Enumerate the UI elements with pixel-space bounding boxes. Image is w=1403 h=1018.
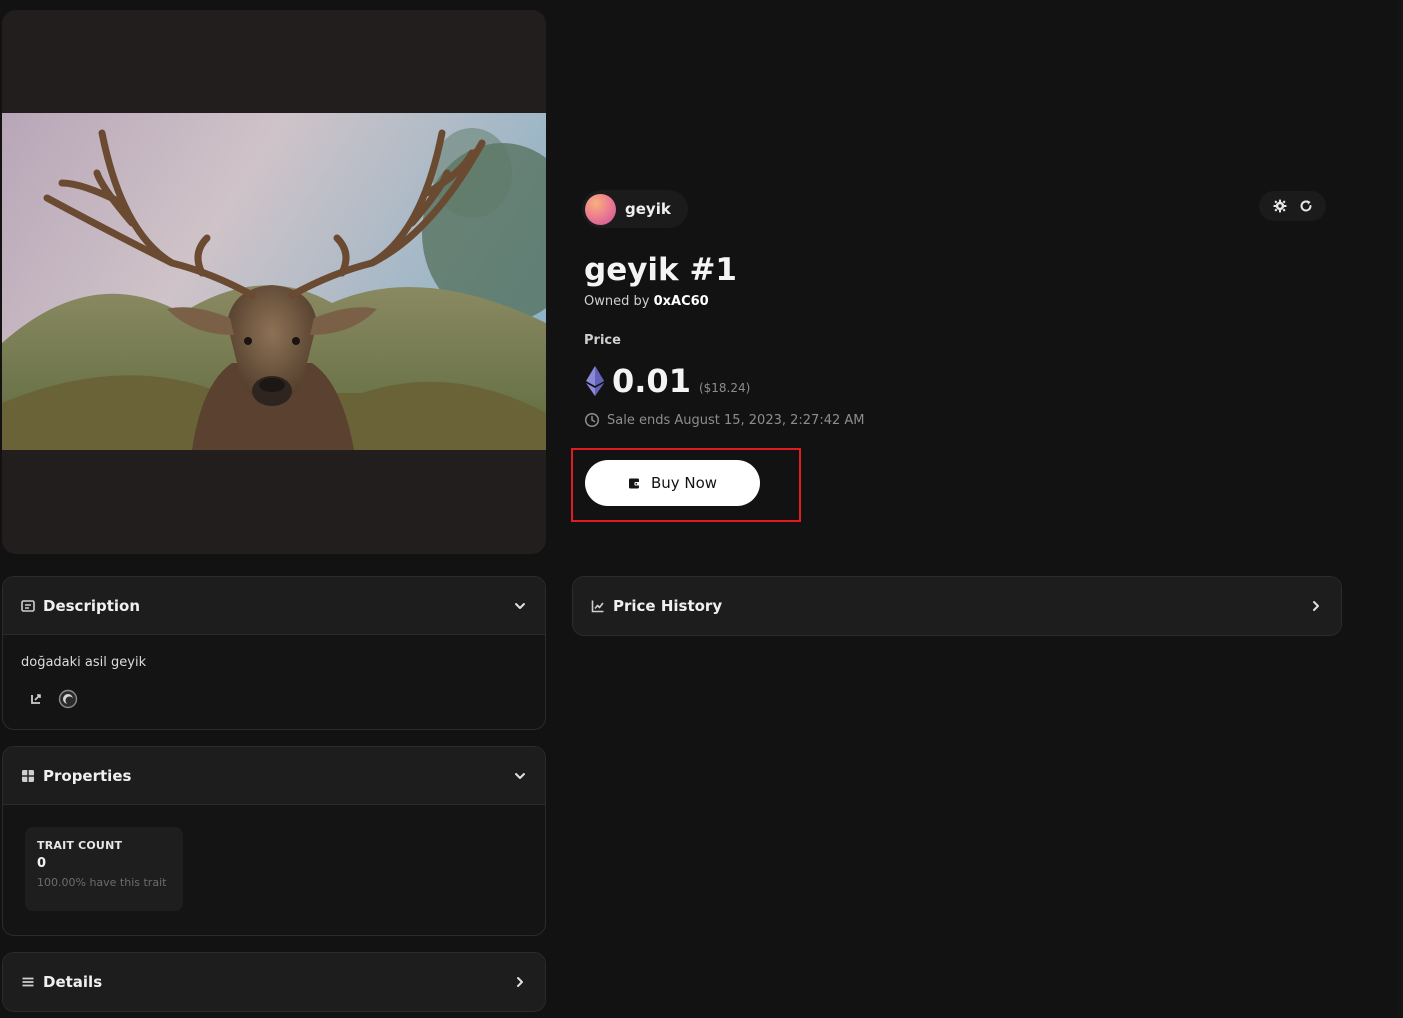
- price-usd: ($18.24): [698, 381, 751, 395]
- explorer-icon[interactable]: [57, 688, 79, 710]
- settings-icon[interactable]: [1273, 199, 1287, 213]
- price-history-panel: Price History: [572, 576, 1342, 636]
- description-panel-title: Description: [43, 596, 141, 615]
- chevron-right-icon: [513, 975, 527, 989]
- details-panel: Details: [2, 952, 546, 1012]
- properties-panel-header[interactable]: Properties: [3, 747, 545, 805]
- trait-type: TRAIT COUNT: [37, 839, 123, 852]
- sale-end-row: Sale ends August 15, 2023, 2:27:42 AM: [584, 412, 865, 428]
- description-icon: [21, 599, 35, 613]
- collection-link[interactable]: geyik: [582, 190, 688, 228]
- chevron-down-icon: [513, 599, 527, 613]
- clock-icon: [584, 412, 600, 428]
- details-list-icon: [21, 975, 35, 989]
- nft-image: [2, 113, 546, 450]
- wallet-icon: [628, 477, 641, 490]
- scrollbar[interactable]: [1397, 0, 1403, 1018]
- trait-value: 0: [37, 856, 47, 871]
- buy-now-label: Buy Now: [650, 474, 718, 492]
- trait-card[interactable]: TRAIT COUNT 0 100.00% have this trait: [25, 827, 183, 911]
- ethereum-icon: [584, 365, 606, 397]
- refresh-icon[interactable]: [1299, 199, 1313, 213]
- nft-item-page: Description doğadaki asil geyik Properti…: [0, 0, 1403, 1018]
- details-panel-title: Details: [43, 973, 103, 991]
- chart-icon: [591, 599, 605, 613]
- price-row: 0.01 ($18.24): [584, 362, 750, 400]
- properties-icon: [21, 769, 35, 783]
- sale-end-text: Sale ends August 15, 2023, 2:27:42 AM: [607, 412, 865, 428]
- price-label: Price: [584, 333, 621, 348]
- collection-avatar: [585, 193, 616, 225]
- description-panel: Description doğadaki asil geyik: [2, 576, 546, 730]
- owner-line: Owned by 0xAC60: [584, 294, 709, 309]
- external-link-icon[interactable]: [25, 688, 47, 710]
- nft-title: geyik #1: [584, 252, 738, 288]
- price-history-panel-title: Price History: [613, 597, 723, 615]
- nft-media-card[interactable]: [2, 10, 546, 554]
- description-panel-header[interactable]: Description: [3, 577, 545, 635]
- trait-rarity: 100.00% have this trait: [37, 876, 167, 889]
- description-text: doğadaki asil geyik: [21, 655, 147, 670]
- buy-now-button[interactable]: Buy Now: [585, 460, 760, 506]
- properties-panel-title: Properties: [43, 766, 132, 785]
- price-value: 0.01: [612, 362, 691, 400]
- properties-panel: Properties TRAIT COUNT 0 100.00% have th…: [2, 746, 546, 936]
- owned-by-label: Owned by: [584, 294, 650, 309]
- description-links: [3, 670, 545, 710]
- collection-name: geyik: [625, 200, 671, 218]
- chevron-right-icon: [1309, 599, 1323, 613]
- price-history-panel-header[interactable]: Price History: [573, 577, 1341, 635]
- chevron-down-icon: [513, 769, 527, 783]
- item-actions: [1259, 191, 1326, 221]
- details-panel-header[interactable]: Details: [3, 953, 545, 1011]
- owner-address[interactable]: 0xAC60: [654, 294, 709, 309]
